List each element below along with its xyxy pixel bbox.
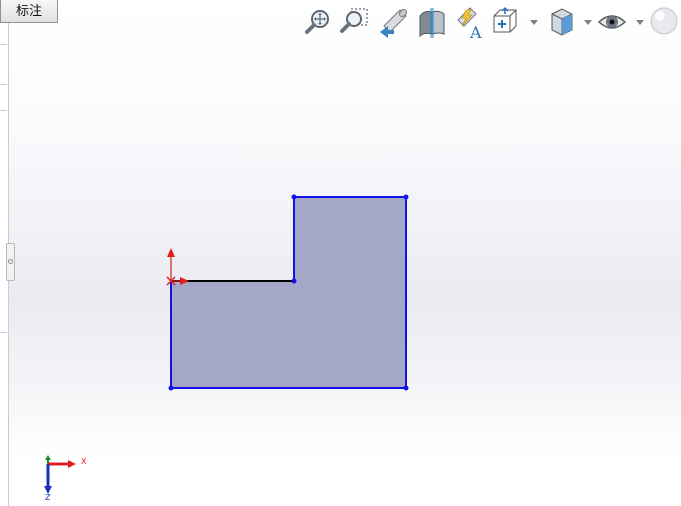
sketch-point[interactable]: [291, 278, 297, 284]
graphics-area[interactable]: [0, 0, 681, 506]
x-axis-label: X: [81, 457, 87, 466]
reference-triad: X Z: [44, 455, 87, 502]
sketch-profile[interactable]: [171, 197, 406, 388]
sketch-point[interactable]: [403, 385, 409, 391]
sketch-origin: [166, 248, 189, 286]
sketch-point[interactable]: [403, 194, 409, 200]
z-axis-label: Z: [45, 493, 51, 502]
sketch-point[interactable]: [168, 385, 174, 391]
sketch-point[interactable]: [291, 194, 297, 200]
